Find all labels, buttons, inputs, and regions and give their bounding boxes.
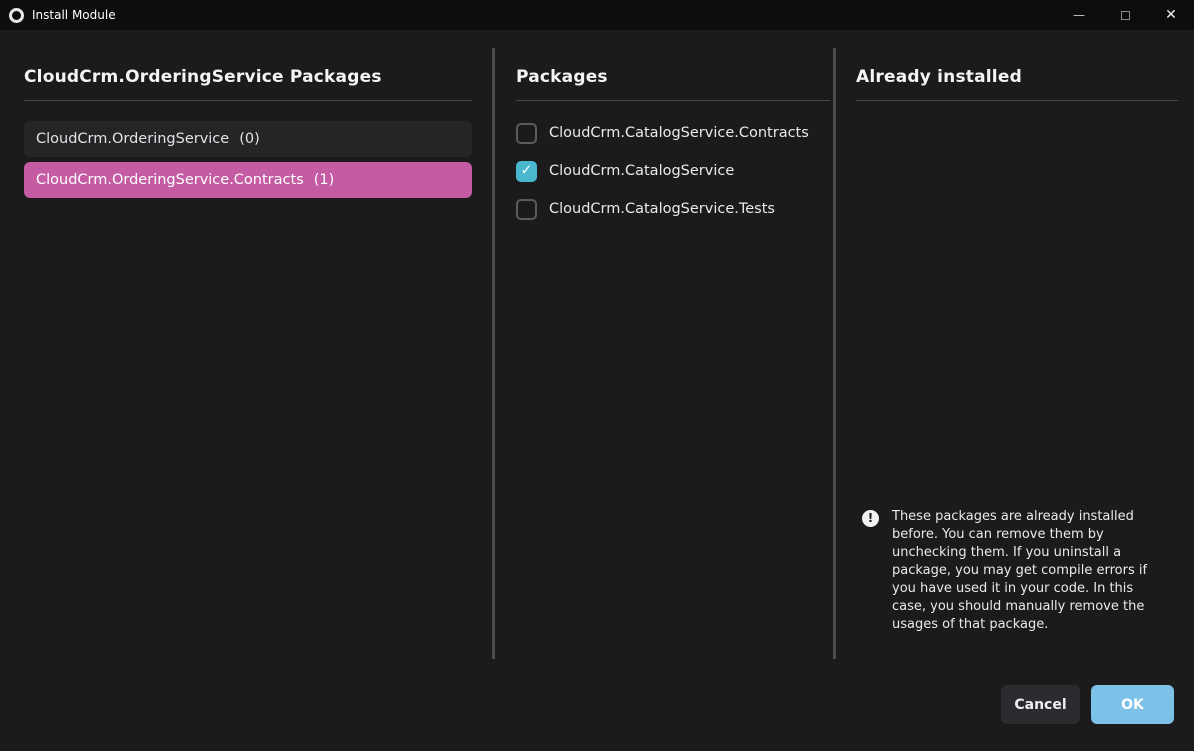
titlebar: Install Module — ✕ (0, 0, 1194, 30)
window-title: Install Module (32, 8, 116, 22)
maximize-button[interactable] (1102, 0, 1148, 30)
packages-panel: Packages ✓ CloudCrm.CatalogService.Contr… (516, 48, 830, 235)
package-label: CloudCrm.CatalogService (549, 163, 734, 179)
minimize-button[interactable]: — (1056, 0, 1102, 30)
module-packages-panel: CloudCrm.OrderingService Packages CloudC… (24, 48, 472, 203)
footer-actions: Cancel OK (1001, 685, 1174, 724)
module-item-orderingservice-contracts[interactable]: CloudCrm.OrderingService.Contracts (1) (24, 162, 472, 198)
package-row-catalogservice[interactable]: ✓ CloudCrm.CatalogService (516, 159, 830, 183)
app-logo-icon (9, 8, 24, 23)
checkbox[interactable]: ✓ (516, 199, 537, 220)
info-icon: ! (862, 510, 879, 527)
divider (24, 100, 472, 101)
package-list: ✓ CloudCrm.CatalogService.Contracts ✓ Cl… (516, 121, 830, 221)
cancel-button[interactable]: Cancel (1001, 685, 1080, 724)
check-icon: ✓ (521, 162, 533, 178)
module-item-count: (1) (314, 172, 335, 188)
vertical-divider (833, 48, 836, 659)
already-installed-header: Already installed (856, 48, 1178, 89)
module-item-label: CloudCrm.OrderingService.Contracts (36, 172, 304, 188)
install-module-window: Install Module — ✕ CloudCrm.OrderingServ… (0, 0, 1194, 751)
package-label: CloudCrm.CatalogService.Contracts (549, 125, 809, 141)
already-installed-note: ! These packages are already installed b… (862, 508, 1164, 634)
module-list: CloudCrm.OrderingService (0) CloudCrm.Or… (24, 121, 472, 198)
module-item-count: (0) (239, 131, 260, 147)
package-row-catalogservice-contracts[interactable]: ✓ CloudCrm.CatalogService.Contracts (516, 121, 830, 145)
divider (516, 100, 830, 101)
divider (856, 100, 1178, 101)
vertical-divider (492, 48, 495, 659)
package-row-catalogservice-tests[interactable]: ✓ CloudCrm.CatalogService.Tests (516, 197, 830, 221)
maximize-icon (1121, 11, 1130, 20)
package-label: CloudCrm.CatalogService.Tests (549, 201, 775, 217)
packages-header: Packages (516, 48, 830, 89)
ok-button[interactable]: OK (1091, 685, 1174, 724)
checkbox[interactable]: ✓ (516, 123, 537, 144)
minimize-icon: — (1073, 8, 1085, 22)
module-item-label: CloudCrm.OrderingService (36, 131, 229, 147)
module-packages-header: CloudCrm.OrderingService Packages (24, 48, 472, 89)
note-text: These packages are already installed bef… (892, 508, 1158, 634)
close-button[interactable]: ✕ (1148, 0, 1194, 30)
module-item-orderingservice[interactable]: CloudCrm.OrderingService (0) (24, 121, 472, 157)
close-icon: ✕ (1165, 7, 1177, 23)
window-controls: — ✕ (1056, 0, 1194, 30)
checkbox[interactable]: ✓ (516, 161, 537, 182)
